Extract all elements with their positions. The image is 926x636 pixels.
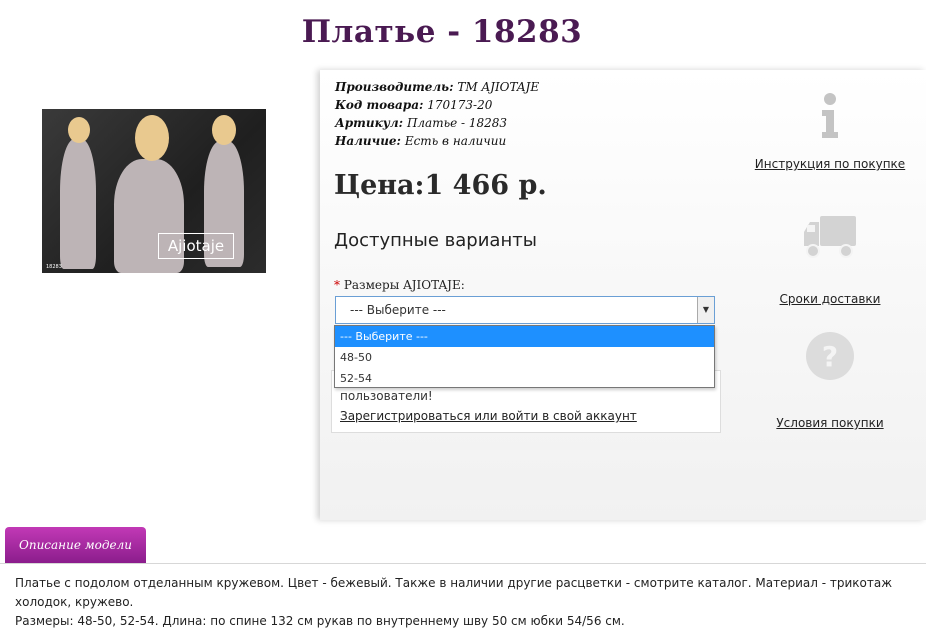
truck-icon — [804, 216, 856, 258]
brand-logo: Ajiotaje — [158, 233, 234, 259]
chevron-down-icon[interactable]: ▼ — [697, 297, 714, 323]
product-title: Платье - 18283 — [301, 14, 583, 50]
image-code: 18283 — [46, 264, 62, 270]
instruction-link[interactable]: Инструкция по покупке — [750, 157, 910, 171]
info-icon — [822, 93, 838, 138]
tab-description[interactable]: Описание модели — [5, 527, 146, 563]
product-info-panel: Производитель: ТМ AJIOTAJE Код товара: 1… — [320, 70, 926, 520]
model-head-right — [212, 115, 236, 145]
terms-link[interactable]: Условия покупки — [750, 416, 910, 430]
code-label: Код товара: — [335, 98, 424, 112]
size-dropdown-list[interactable]: --- Выберите --- 48-50 52-54 — [334, 325, 715, 388]
delivery-block: Сроки доставки — [750, 214, 910, 306]
availability-value: Есть в наличии — [404, 134, 507, 148]
model-head-left — [68, 117, 90, 143]
description-text: Платье с подолом отделанным кружевом. Цв… — [15, 574, 915, 631]
size-option[interactable]: 48-50 — [335, 347, 714, 368]
article-value: Платье - 18283 — [406, 116, 508, 130]
size-label: * Размеры AJIOTAJE: — [334, 278, 465, 292]
description-line: Платье с подолом отделанным кружевом. Цв… — [15, 576, 893, 609]
article-label: Артикул: — [335, 116, 404, 130]
availability-label: Наличие: — [335, 134, 401, 148]
instruction-block: Инструкция по покупке — [750, 92, 910, 171]
manufacturer-label: Производитель: — [335, 80, 454, 94]
model-figure-left — [60, 139, 96, 269]
product-image[interactable]: Ajiotaje 18283 — [42, 109, 266, 273]
model-head-center — [135, 115, 169, 161]
manufacturer-value: ТМ AJIOTAJE — [457, 80, 540, 94]
delivery-link[interactable]: Сроки доставки — [750, 292, 910, 306]
terms-block: ? Условия покупки — [750, 330, 910, 430]
variants-title: Доступные варианты — [334, 230, 537, 251]
register-login-link[interactable]: Зарегистрироваться или войти в свой акка… — [340, 409, 637, 423]
svg-text:?: ? — [822, 340, 838, 373]
description-line: Размеры: 48-50, 52-54. Длина: по спине 1… — [15, 614, 625, 628]
login-note-text: пользователи! — [340, 389, 433, 403]
question-icon: ? — [806, 332, 854, 380]
code-value: 170173-20 — [427, 98, 493, 112]
price: Цена:1 466 р. — [334, 170, 547, 201]
product-meta: Производитель: ТМ AJIOTAJE Код товара: 1… — [335, 78, 539, 150]
size-select[interactable]: --- Выберите --- ▼ — [335, 296, 715, 324]
size-label-text: Размеры AJIOTAJE: — [343, 278, 465, 292]
description-box: Платье с подолом отделанным кружевом. Цв… — [0, 563, 926, 636]
size-option[interactable]: --- Выберите --- — [335, 326, 714, 347]
size-select-value: --- Выберите --- — [350, 303, 446, 317]
size-option[interactable]: 52-54 — [335, 368, 714, 389]
required-mark: * — [334, 278, 340, 292]
